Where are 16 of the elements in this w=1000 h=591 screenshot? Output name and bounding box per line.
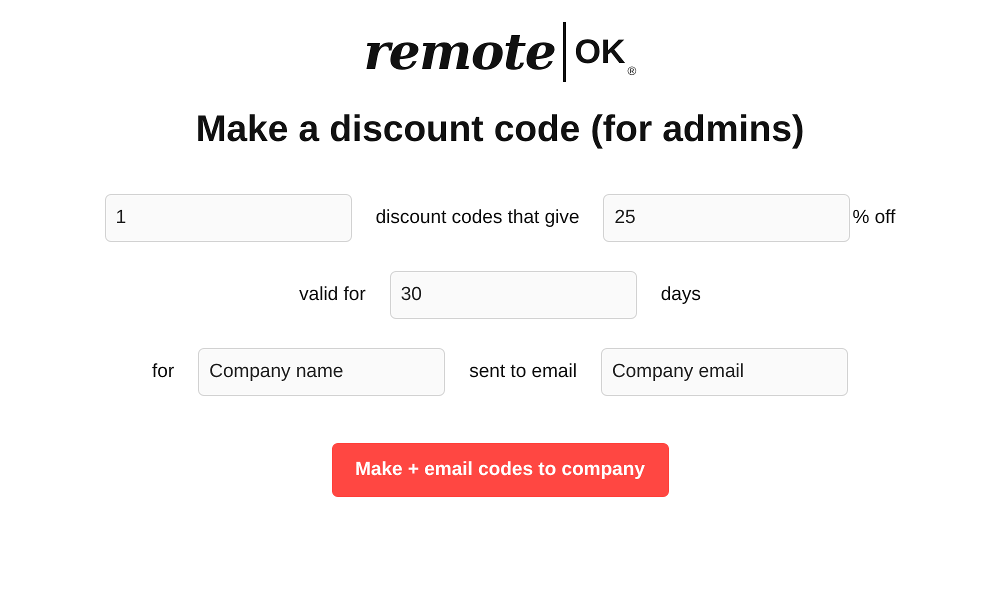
form-label: for [152,360,174,384]
form-label: valid for [299,283,366,307]
logo-text: OK [574,35,626,69]
input-field[interactable]: Company email [600,348,848,396]
input-field[interactable]: 1 [104,194,352,242]
input-field[interactable]: Company name [198,348,446,396]
registered-mark: ® [627,63,636,80]
input-field[interactable]: 30 [390,271,637,320]
form-label: discount codes that give [376,206,580,230]
form-label: sent to email [469,360,577,384]
logo-wordmark: remote [364,27,556,77]
page-title: Make a discount code (for admins) [196,107,804,151]
logo-divider [563,22,566,82]
unit-label: % off [852,206,896,230]
input-field[interactable]: 25 [603,194,850,242]
form-label: days [660,283,701,307]
